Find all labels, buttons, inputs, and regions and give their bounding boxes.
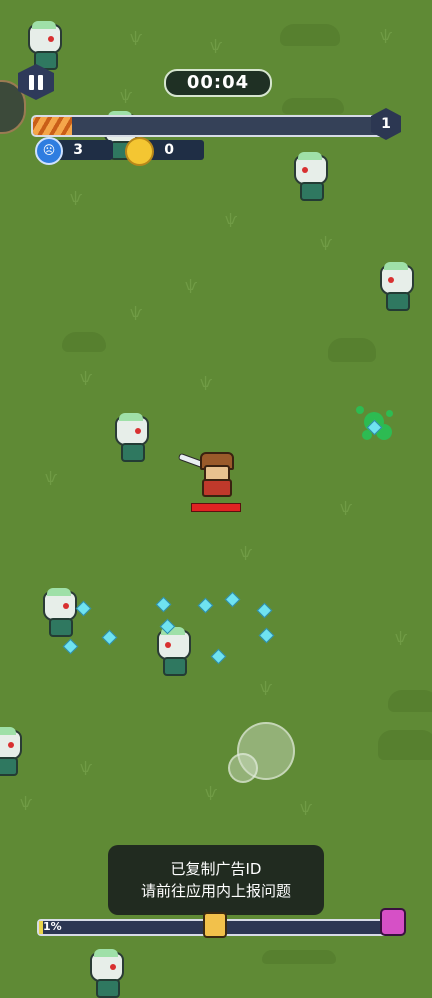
- grass-bush: [388, 690, 432, 712]
- grass-bush: [262, 950, 336, 964]
- grass-tuft: ѱ: [320, 235, 333, 251]
- grass-tuft: ѱ: [80, 370, 93, 386]
- grass-tuft: ѱ: [260, 680, 273, 696]
- coin-counter: 0: [125, 137, 204, 166]
- xp-gem: [210, 648, 227, 665]
- wave-progress-label: 1%: [43, 920, 62, 933]
- zombie-enemy: [26, 21, 62, 70]
- grass-tuft: ѱ: [80, 760, 93, 776]
- xp-gem: [224, 591, 241, 608]
- kill-counter: ☹ 3: [35, 137, 113, 165]
- joystick-knob[interactable]: [228, 753, 258, 783]
- grass-tuft: ѱ: [200, 375, 213, 391]
- grass-tuft: ѱ: [185, 278, 198, 294]
- grass-bush: [62, 332, 106, 352]
- grass-bush: [280, 24, 340, 46]
- xp-gem: [75, 600, 92, 617]
- zombie-enemy: [88, 949, 124, 998]
- toast-line-1: 已复制广告ID: [170, 860, 262, 878]
- grass-tuft: ѱ: [20, 795, 33, 811]
- xp-gem: [101, 629, 118, 646]
- grass-tuft: ѱ: [45, 470, 58, 486]
- grass-tuft: ѱ: [300, 800, 313, 816]
- game-timer: 00:04: [164, 69, 272, 97]
- zombie-enemy: [292, 152, 328, 201]
- xp-gem: [155, 596, 172, 613]
- grass-tuft: ѱ: [205, 785, 218, 801]
- skull-icon: ☹: [35, 137, 63, 165]
- boss-demon-icon: [380, 908, 406, 936]
- wave-progress-fill: [39, 921, 43, 934]
- zombie-enemy: [378, 262, 414, 311]
- xp-progress-bar: [31, 115, 385, 137]
- zombie-enemy: [0, 727, 22, 776]
- grass-tuft: ѱ: [130, 305, 143, 321]
- grass-bush: [328, 338, 376, 362]
- grass-bush: [378, 730, 432, 760]
- player-hero: [177, 452, 234, 498]
- kill-count: 3: [73, 142, 83, 158]
- coin-icon: [125, 137, 154, 166]
- level-number: 1: [381, 116, 391, 132]
- player-health-bar: [191, 503, 241, 512]
- xp-gem: [258, 627, 275, 644]
- xp-gem: [256, 602, 273, 619]
- xp-gem: [197, 597, 214, 614]
- grass-tuft: ѱ: [340, 500, 353, 516]
- grass-bush: [282, 98, 344, 114]
- grass-tuft: ѱ: [225, 212, 238, 228]
- zombie-enemy: [155, 627, 191, 676]
- zombie-enemy: [41, 588, 77, 637]
- grass-tuft: ѱ: [70, 190, 83, 206]
- grass-tuft: ѱ: [130, 30, 143, 46]
- grass-tuft: ѱ: [240, 545, 253, 561]
- grass-tuft: ѱ: [210, 38, 223, 54]
- grass-tuft: ѱ: [380, 28, 393, 44]
- xp-progress-fill: [33, 117, 72, 135]
- zombie-enemy: [113, 413, 149, 462]
- toast-line-2: 请前往应用内上报问题: [140, 882, 291, 900]
- toast-message: 已复制广告ID 请前往应用内上报问题: [108, 845, 324, 915]
- coin-count: 0: [164, 142, 174, 158]
- grass-tuft: ѱ: [395, 630, 408, 646]
- miniboss-icon: [203, 912, 227, 938]
- grass-tuft: ѱ: [120, 88, 133, 104]
- xp-gem: [62, 638, 79, 655]
- pause-icon: [29, 74, 34, 90]
